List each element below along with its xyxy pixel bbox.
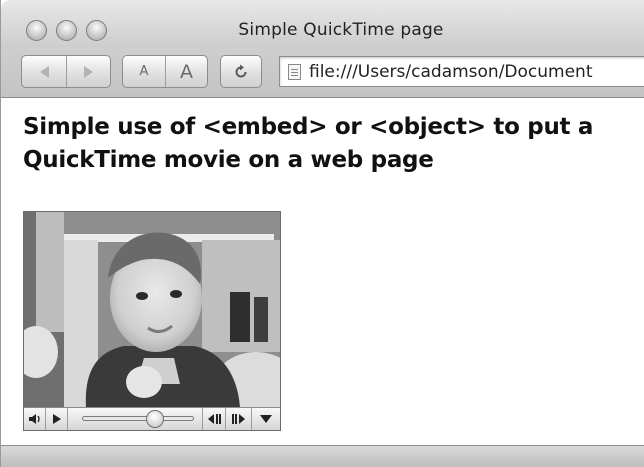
browser-window: Simple QuickTime page A A file:///Users/… [0, 0, 644, 467]
quicktime-movie[interactable] [23, 211, 281, 431]
page-heading-line-2: QuickTime movie on a web page [23, 147, 434, 173]
reload-button[interactable] [220, 55, 262, 88]
step-back-icon [208, 414, 221, 424]
close-button[interactable] [26, 20, 47, 41]
play-button[interactable] [46, 408, 68, 430]
speaker-icon [28, 414, 40, 424]
back-forward-group [21, 55, 111, 88]
menu-triangle-icon [260, 415, 272, 423]
step-forward-icon [231, 414, 245, 424]
step-forward-button[interactable] [226, 408, 252, 430]
text-bigger-button[interactable]: A [165, 56, 207, 87]
page-heading: Simple use of <embed> or <object> to put… [23, 111, 644, 177]
scrub-track[interactable] [82, 416, 194, 421]
play-icon [52, 414, 61, 424]
step-back-button[interactable] [202, 408, 226, 430]
movie-controller [24, 407, 280, 430]
playhead-knob[interactable] [145, 410, 164, 428]
status-bar [1, 445, 644, 467]
zoom-button[interactable] [86, 20, 107, 41]
text-size-group: A A [122, 55, 208, 88]
forward-button[interactable] [66, 56, 110, 87]
window-title: Simple QuickTime page [238, 20, 444, 40]
address-text: file:///Users/cadamson/Document [309, 61, 593, 82]
back-arrow-icon [39, 65, 49, 78]
address-field[interactable]: file:///Users/cadamson/Document [279, 56, 644, 87]
back-button[interactable] [22, 56, 66, 87]
reload-icon [235, 64, 247, 77]
text-smaller-button[interactable]: A [123, 56, 165, 87]
page-content: Simple use of <embed> or <object> to put… [1, 99, 644, 445]
window-toolbar: Simple QuickTime page A A file:///Users/… [1, 0, 644, 98]
movie-menu-button[interactable] [252, 408, 280, 430]
minimize-button[interactable] [56, 20, 77, 41]
volume-button[interactable] [24, 408, 46, 430]
movie-frame[interactable] [24, 212, 280, 408]
page-heading-line-1: Simple use of <embed> or <object> to put… [23, 114, 594, 140]
page-icon [288, 63, 301, 80]
forward-arrow-icon [84, 65, 93, 78]
movie-image [24, 212, 280, 408]
